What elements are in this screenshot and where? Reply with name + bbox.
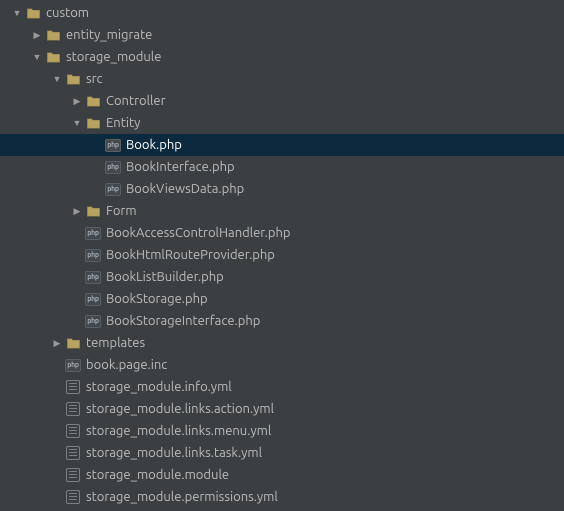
tree-row[interactable]: ▼ Entity — [0, 112, 564, 134]
php-file-icon: php — [85, 269, 101, 285]
chevron-down-icon[interactable]: ▼ — [52, 74, 62, 84]
tree-row[interactable]: ▶phpBookViewsData.php — [0, 178, 564, 200]
tree-row[interactable]: ▶storage_module.links.menu.yml — [0, 420, 564, 442]
tree-row[interactable]: ▶phpBookListBuilder.php — [0, 266, 564, 288]
tree-item-label: entity_migrate — [66, 24, 152, 46]
tree-row[interactable]: ▶ entity_migrate — [0, 24, 564, 46]
project-tree[interactable]: ▼ custom ▶ entity_migrate ▼ storage_module ▼ sr… — [0, 0, 564, 508]
php-file-icon: php — [65, 357, 81, 373]
tree-item-label: storage_module.links.task.yml — [86, 442, 262, 464]
tree-row[interactable]: ▶phpbook.page.inc — [0, 354, 564, 376]
php-file-icon: php — [85, 291, 101, 307]
chevron-right-icon[interactable]: ▶ — [32, 30, 42, 41]
folder-icon — [65, 71, 81, 87]
config-file-icon — [65, 423, 81, 439]
tree-row[interactable]: ▶phpBook.php — [0, 134, 564, 156]
tree-row[interactable]: ▶ templates — [0, 332, 564, 354]
php-file-icon: php — [85, 247, 101, 263]
tree-item-label: storage_module.links.action.yml — [86, 398, 274, 420]
php-file-icon: php — [85, 225, 101, 241]
tree-item-label: BookStorage.php — [106, 288, 208, 310]
tree-row[interactable]: ▶ Form — [0, 200, 564, 222]
folder-icon — [25, 5, 41, 21]
folder-icon — [85, 93, 101, 109]
tree-item-label: BookInterface.php — [126, 156, 235, 178]
tree-item-label: templates — [86, 332, 145, 354]
tree-row[interactable]: ▶ Controller — [0, 90, 564, 112]
tree-row[interactable]: ▼ custom — [0, 2, 564, 24]
chevron-right-icon[interactable]: ▶ — [72, 96, 82, 107]
tree-item-label: BookStorageInterface.php — [106, 310, 260, 332]
tree-item-label: storage_module.permissions.yml — [86, 486, 278, 508]
tree-item-label: storage_module.info.yml — [86, 376, 232, 398]
folder-icon — [65, 335, 81, 351]
php-file-icon: php — [105, 137, 121, 153]
chevron-right-icon[interactable]: ▶ — [72, 206, 82, 217]
config-file-icon — [65, 445, 81, 461]
tree-item-label: storage_module — [66, 46, 161, 68]
folder-icon — [85, 203, 101, 219]
tree-row[interactable]: ▶phpBookAccessControlHandler.php — [0, 222, 564, 244]
folder-icon — [45, 27, 61, 43]
chevron-down-icon[interactable]: ▼ — [32, 52, 42, 62]
tree-item-label: custom — [46, 2, 89, 24]
tree-item-label: Entity — [106, 112, 140, 134]
tree-row[interactable]: ▶phpBookInterface.php — [0, 156, 564, 178]
chevron-down-icon[interactable]: ▼ — [72, 118, 82, 128]
tree-row[interactable]: ▶storage_module.permissions.yml — [0, 486, 564, 508]
tree-item-label: Controller — [106, 90, 166, 112]
chevron-down-icon[interactable]: ▼ — [12, 8, 22, 18]
config-file-icon — [65, 467, 81, 483]
tree-row[interactable]: ▶storage_module.info.yml — [0, 376, 564, 398]
folder-icon — [45, 49, 61, 65]
folder-icon — [85, 115, 101, 131]
php-file-icon: php — [85, 313, 101, 329]
tree-row[interactable]: ▶storage_module.links.task.yml — [0, 442, 564, 464]
tree-row[interactable]: ▶phpBookStorageInterface.php — [0, 310, 564, 332]
tree-item-label: BookListBuilder.php — [106, 266, 224, 288]
tree-row[interactable]: ▶phpBookHtmlRouteProvider.php — [0, 244, 564, 266]
tree-item-label: BookAccessControlHandler.php — [106, 222, 290, 244]
config-file-icon — [65, 401, 81, 417]
tree-row[interactable]: ▼ src — [0, 68, 564, 90]
tree-row[interactable]: ▶storage_module.links.action.yml — [0, 398, 564, 420]
tree-item-label: Form — [106, 200, 137, 222]
chevron-right-icon[interactable]: ▶ — [52, 338, 62, 349]
php-file-icon: php — [105, 181, 121, 197]
tree-item-label: src — [86, 68, 103, 90]
tree-row[interactable]: ▼ storage_module — [0, 46, 564, 68]
tree-row[interactable]: ▶storage_module.module — [0, 464, 564, 486]
config-file-icon — [65, 489, 81, 505]
tree-item-label: storage_module.module — [86, 464, 229, 486]
config-file-icon — [65, 379, 81, 395]
tree-row[interactable]: ▶phpBookStorage.php — [0, 288, 564, 310]
tree-item-label: BookViewsData.php — [126, 178, 244, 200]
tree-item-label: storage_module.links.menu.yml — [86, 420, 271, 442]
php-file-icon: php — [105, 159, 121, 175]
tree-item-label: BookHtmlRouteProvider.php — [106, 244, 275, 266]
tree-item-label: book.page.inc — [86, 354, 167, 376]
tree-item-label: Book.php — [126, 134, 182, 156]
